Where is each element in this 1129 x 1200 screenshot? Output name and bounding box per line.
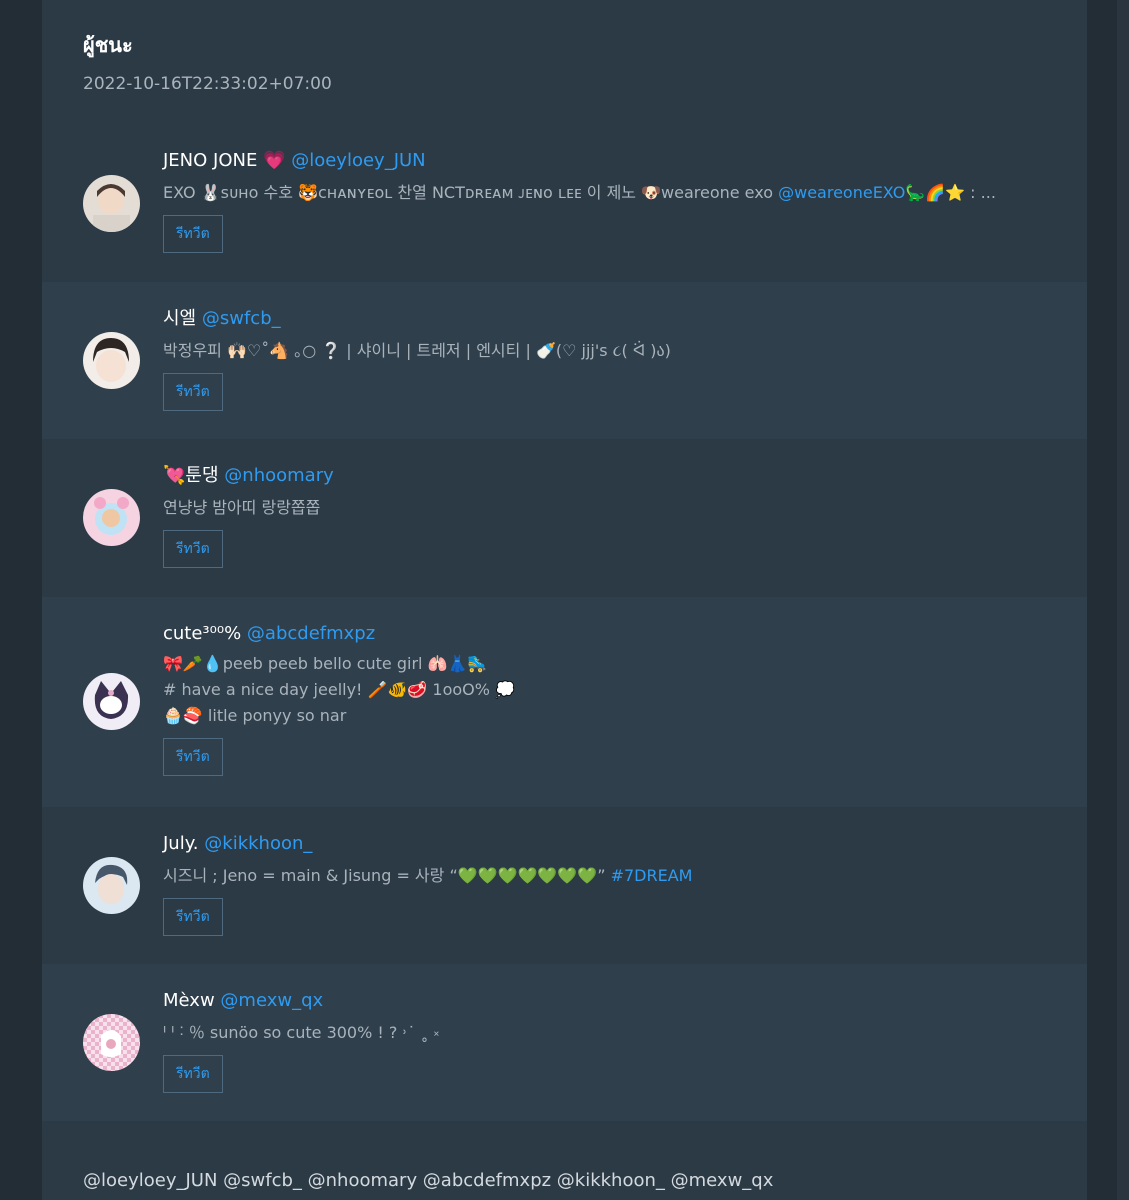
list-item: July. @kikkhoon_ 시즈니 ; Jeno = main & Jis… xyxy=(42,807,1087,964)
display-name: July. xyxy=(163,833,199,854)
account-handle[interactable]: @loeyloey_JUN xyxy=(291,150,425,171)
avatar[interactable] xyxy=(83,673,140,730)
account-info: cute³⁰⁰% @abcdefmxpz 🎀🥕💧peeb peeb bello … xyxy=(163,621,1047,776)
avatar[interactable] xyxy=(83,1014,140,1071)
retweet-button[interactable]: รีทวีต xyxy=(163,373,223,411)
account-bio: 🎀🥕💧peeb peeb bello cute girl 🫁👗🛼 # have … xyxy=(163,651,1047,729)
account-info: Mèxw @mexw_qx ᑊ ᑊ ˸ ％ sunöo so cute 300%… xyxy=(163,988,1047,1093)
scrollbar[interactable] xyxy=(1117,0,1129,1200)
account-info: JENO JONE 💗 @loeyloey_JUN EXO 🐰ꜱᴜʜᴏ 수호 🐯… xyxy=(163,148,1047,253)
display-name: JENO JONE 💗 xyxy=(163,150,286,171)
retweet-button[interactable]: รีทวีต xyxy=(163,215,223,253)
avatar[interactable] xyxy=(83,175,140,232)
avatar[interactable] xyxy=(83,332,140,389)
list-item: JENO JONE 💗 @loeyloey_JUN EXO 🐰ꜱᴜʜᴏ 수호 🐯… xyxy=(42,124,1087,282)
retweet-button[interactable]: รีทวีต xyxy=(163,1055,223,1093)
account-name-line: Mèxw @mexw_qx xyxy=(163,988,1047,1014)
retweet-button[interactable]: รีทวีต xyxy=(163,530,223,568)
retweet-button[interactable]: รีทวีต xyxy=(163,738,223,776)
bio-line: 🧁🍣 litle ponyy so nar xyxy=(163,706,347,725)
header: ผู้ชนะ 2022-10-16T22:33:02+07:00 xyxy=(83,28,332,94)
bio-text: 시즈니 ; Jeno = main & Jisung = 사랑 “💚💚💚💚💚💚💚… xyxy=(163,866,611,885)
winners-handles-summary: @loeyloey_JUN @swfcb_ @nhoomary @abcdefm… xyxy=(83,1170,774,1191)
list-item: 시엘 @swfcb_ 박정우피 🙌🏻♡˚🐴 ｡○ ❔ | 샤이니 | 트레저 |… xyxy=(42,282,1087,439)
list-item: 💘툰댕 @nhoomary 연냥냥 밤아띠 랑랑쫍쫍 รีทวีต xyxy=(42,439,1087,597)
bio-text: EXO 🐰ꜱᴜʜᴏ 수호 🐯ᴄʜᴀɴʏᴇᴏʟ 찬열 NCTᴅʀᴇᴀᴍ ᴊᴇɴᴏ … xyxy=(163,183,779,202)
account-handle[interactable]: @abcdefmxpz xyxy=(247,623,375,644)
account-bio: 연냥냥 밤아띠 랑랑쫍쫍 xyxy=(163,498,321,517)
display-name: 💘툰댕 xyxy=(163,465,219,486)
account-handle[interactable]: @kikkhoon_ xyxy=(204,833,312,854)
retweet-button[interactable]: รีทวีต xyxy=(163,898,223,936)
timestamp: 2022-10-16T22:33:02+07:00 xyxy=(83,74,332,94)
account-name-line: JENO JONE 💗 @loeyloey_JUN xyxy=(163,148,1047,174)
list-item: Mèxw @mexw_qx ᑊ ᑊ ˸ ％ sunöo so cute 300%… xyxy=(42,964,1087,1121)
avatar[interactable] xyxy=(83,489,140,546)
bio-line: 🎀🥕💧peeb peeb bello cute girl 🫁👗🛼 xyxy=(163,654,488,673)
account-info: July. @kikkhoon_ 시즈니 ; Jeno = main & Jis… xyxy=(163,831,1047,936)
display-name: cute³⁰⁰% xyxy=(163,623,242,644)
account-handle[interactable]: @swfcb_ xyxy=(202,308,281,329)
bio-text-tail: 🦕🌈⭐ : ... xyxy=(905,183,996,202)
account-bio: ᑊ ᑊ ˸ ％ sunöo so cute 300% ! ? ˒˙ ˳ ༝ xyxy=(163,1023,440,1042)
winners-panel: ผู้ชนะ 2022-10-16T22:33:02+07:00 JENO JO… xyxy=(42,0,1087,1200)
account-bio: 시즈니 ; Jeno = main & Jisung = 사랑 “💚💚💚💚💚💚💚… xyxy=(163,863,1047,889)
display-name: 시엘 xyxy=(163,308,197,329)
account-name-line: 시엘 @swfcb_ xyxy=(163,306,1047,332)
account-info: 시엘 @swfcb_ 박정우피 🙌🏻♡˚🐴 ｡○ ❔ | 샤이니 | 트레저 |… xyxy=(163,306,1047,411)
bio-line: # have a nice day jeelly! 🪥🐠🥩 1ooO% 💭 xyxy=(163,680,515,699)
account-name-line: cute³⁰⁰% @abcdefmxpz xyxy=(163,621,1047,647)
account-bio: EXO 🐰ꜱᴜʜᴏ 수호 🐯ᴄʜᴀɴʏᴇᴏʟ 찬열 NCTᴅʀᴇᴀᴍ ᴊᴇɴᴏ … xyxy=(163,180,1047,206)
account-name-line: July. @kikkhoon_ xyxy=(163,831,1047,857)
account-bio: 박정우피 🙌🏻♡˚🐴 ｡○ ❔ | 샤이니 | 트레저 | 엔시티 | 🍼(♡ … xyxy=(163,341,671,360)
display-name: Mèxw xyxy=(163,990,215,1011)
avatar[interactable] xyxy=(83,857,140,914)
account-handle[interactable]: @nhoomary xyxy=(224,465,333,486)
left-gutter xyxy=(0,0,42,1200)
page-title: ผู้ชนะ xyxy=(83,33,133,57)
account-handle[interactable]: @mexw_qx xyxy=(220,990,323,1011)
account-info: 💘툰댕 @nhoomary 연냥냥 밤아띠 랑랑쫍쫍 รีทวีต xyxy=(163,463,1047,568)
bio-mention-link[interactable]: @weareoneEXO xyxy=(778,183,905,202)
list-item: cute³⁰⁰% @abcdefmxpz 🎀🥕💧peeb peeb bello … xyxy=(42,597,1087,807)
hashtag-link[interactable]: #7DREAM xyxy=(611,866,693,885)
account-name-line: 💘툰댕 @nhoomary xyxy=(163,463,1047,489)
